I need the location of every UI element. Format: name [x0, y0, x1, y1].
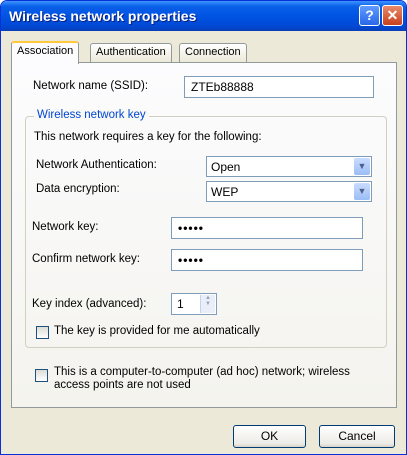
wireless-key-group: Wireless network key This network requir…	[25, 109, 387, 348]
auth-select[interactable]: Open ▼	[206, 156, 372, 177]
key-index-spinner[interactable]: 1 ▲ ▼	[171, 293, 217, 315]
group-description: This network requires a key for the foll…	[34, 131, 262, 143]
chevron-down-icon[interactable]: ▼	[354, 158, 370, 175]
tab-authentication[interactable]: Authentication	[90, 43, 172, 62]
key-label: Network key:	[32, 221, 99, 233]
confirm-key-label: Confirm network key:	[32, 253, 141, 265]
dialog-window: Wireless network properties ? ✕ Associat…	[0, 0, 407, 455]
tab-association[interactable]: Association	[11, 41, 80, 64]
enc-label: Data encryption:	[36, 183, 120, 195]
cancel-button[interactable]: Cancel	[319, 425, 395, 448]
auto-key-label: The key is provided for me automatically	[54, 325, 260, 337]
spin-arrows-icon[interactable]: ▲ ▼	[200, 295, 215, 313]
window-title: Wireless network properties	[9, 8, 197, 24]
auto-key-checkbox[interactable]	[36, 326, 49, 339]
key-index-label: Key index (advanced):	[32, 298, 147, 310]
help-button[interactable]: ?	[359, 5, 380, 26]
adhoc-checkbox[interactable]	[35, 369, 48, 382]
adhoc-label-line1: This is a computer-to-computer (ad hoc) …	[54, 366, 350, 378]
enc-select[interactable]: WEP ▼	[206, 181, 372, 202]
auth-value: Open	[211, 160, 241, 174]
title-bar[interactable]: Wireless network properties ? ✕	[1, 1, 406, 31]
chevron-down-icon[interactable]: ▼	[354, 183, 370, 200]
adhoc-label-line2: access points are not used	[54, 379, 191, 391]
ssid-input[interactable]: ZTEb88888	[184, 76, 374, 98]
network-key-input[interactable]: •••••	[171, 217, 363, 239]
group-title: Wireless network key	[34, 109, 149, 121]
auth-label: Network Authentication:	[36, 159, 157, 171]
ok-button[interactable]: OK	[233, 425, 306, 448]
confirm-key-input[interactable]: •••••	[171, 249, 363, 271]
key-index-value: 1	[177, 297, 184, 311]
tab-connection[interactable]: Connection	[179, 43, 247, 62]
close-button[interactable]: ✕	[382, 5, 403, 26]
association-panel: Network name (SSID): ZTEb88888 Wireless …	[11, 62, 397, 408]
enc-value: WEP	[211, 185, 239, 199]
ssid-label: Network name (SSID):	[33, 80, 149, 92]
